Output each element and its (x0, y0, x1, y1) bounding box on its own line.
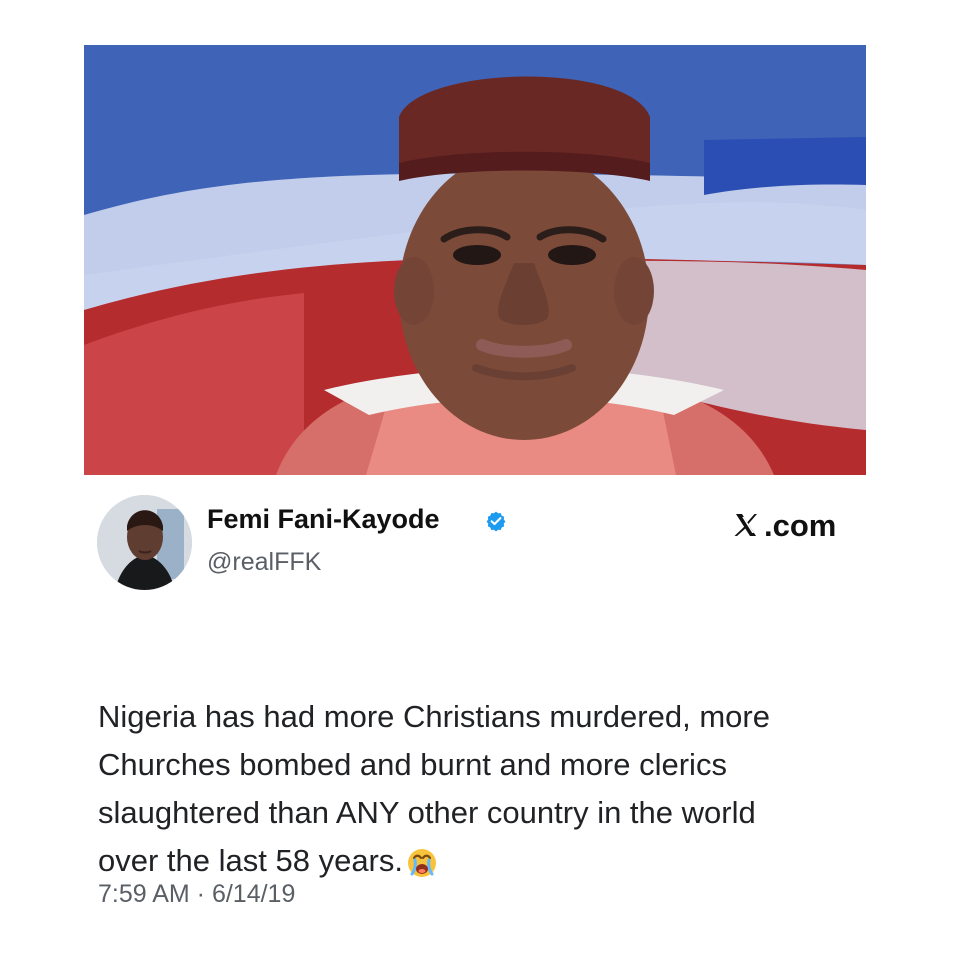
portrait-photo (84, 45, 866, 475)
handle[interactable]: @realFFK (207, 550, 321, 575)
display-name[interactable]: Femi Fani-Kayode (207, 506, 440, 533)
crying-face-icon (406, 847, 438, 879)
x-logo-icon (732, 511, 760, 539)
timestamp[interactable]: 7:59 AM · 6/14/19 (98, 882, 295, 907)
x-brand: .com (732, 509, 836, 541)
avatar[interactable] (97, 495, 192, 590)
avatar-image (97, 495, 192, 590)
tweet-card: Femi Fani-Kayode @realFFK .com Nigeria h… (84, 475, 866, 935)
header-photo (84, 45, 866, 475)
brand-label: .com (764, 507, 837, 543)
verified-badge-icon (485, 510, 507, 532)
tweet-text: Nigeria has had more Christians murdered… (98, 645, 868, 885)
